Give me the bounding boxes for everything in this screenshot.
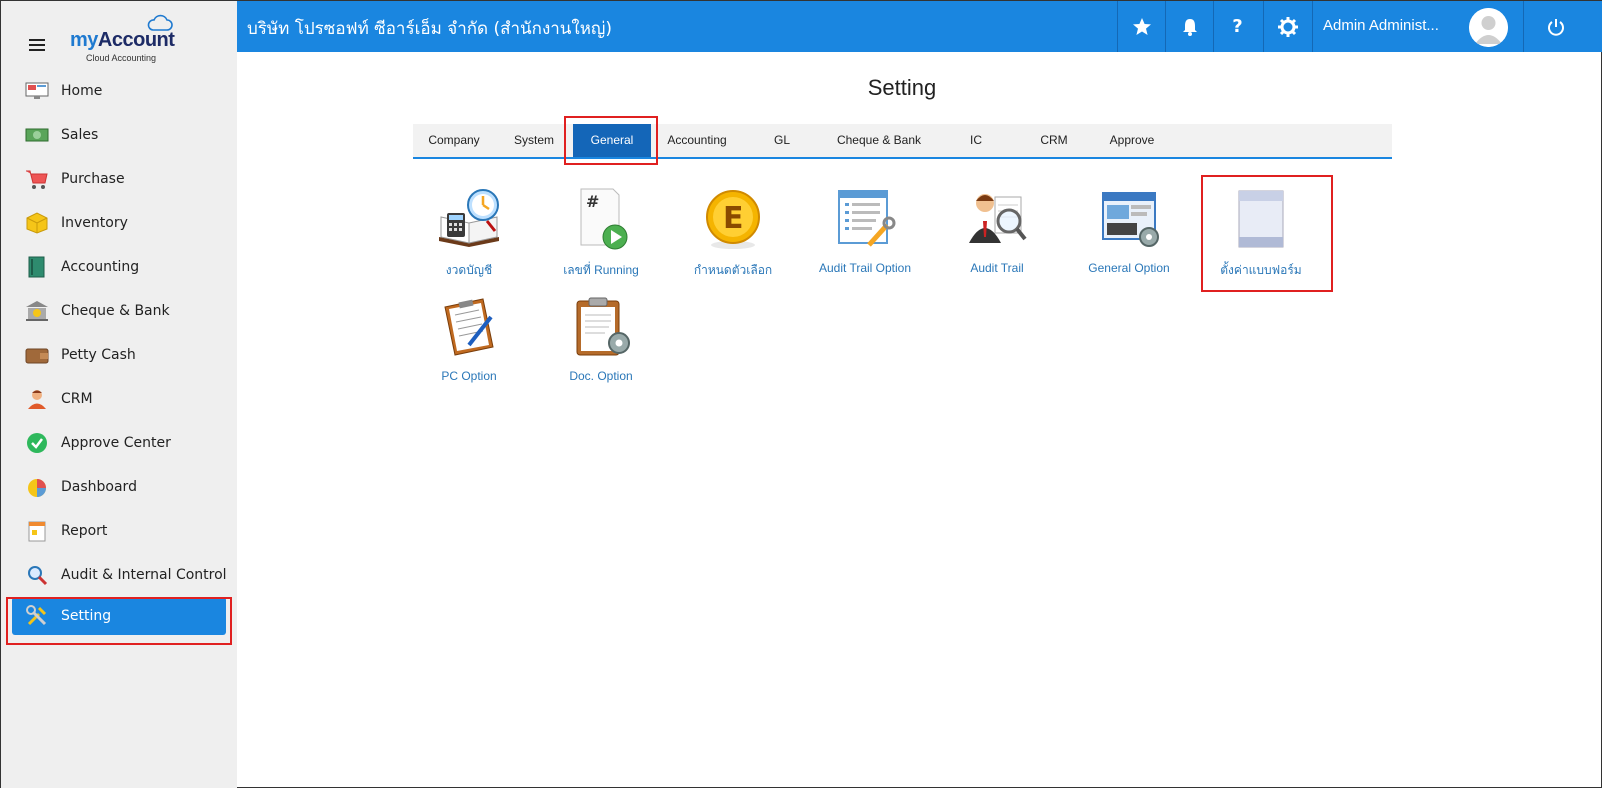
settings-button[interactable] xyxy=(1263,1,1311,52)
tile-doc-option[interactable]: Doc. Option xyxy=(535,295,667,383)
tile-period[interactable]: งวดบัญชี xyxy=(403,187,535,280)
pie-chart-icon xyxy=(25,475,49,499)
tile-label: Audit Trail xyxy=(970,261,1024,275)
question-icon: ? xyxy=(1232,16,1243,37)
header-bar: บริษัท โปรซอฟท์ ซีอาร์เอ็ม จำกัด (สำนักง… xyxy=(237,1,1602,52)
scrollbar-track[interactable] xyxy=(1587,52,1601,787)
person-icon xyxy=(25,387,49,411)
notifications-button[interactable] xyxy=(1165,1,1213,52)
wallet-icon xyxy=(25,343,49,367)
avatar[interactable] xyxy=(1469,8,1508,47)
tile-audit-trail[interactable]: Audit Trail xyxy=(931,187,1063,275)
logo-account: Account xyxy=(97,29,175,51)
cart-icon xyxy=(25,167,49,191)
coin-e-icon: E xyxy=(701,187,765,251)
sidebar-item-approve-center[interactable]: Approve Center xyxy=(1,421,237,465)
sidebar-item-petty-cash[interactable]: Petty Cash xyxy=(1,333,237,377)
svg-text:E: E xyxy=(723,201,744,236)
sidebar-item-purchase[interactable]: Purchase xyxy=(1,157,237,201)
tile-label: เลขที่ Running xyxy=(563,263,639,277)
sidebar-item-label: Home xyxy=(61,83,103,99)
sidebar-item-home[interactable]: Home xyxy=(1,69,237,113)
sidebar-nav: Home Sales Purchase Inventory Accounting xyxy=(1,69,237,635)
tile-label: General Option xyxy=(1088,261,1170,275)
page-title: Setting xyxy=(867,75,937,100)
sidebar-item-inventory[interactable]: Inventory xyxy=(1,201,237,245)
sidebar-item-label: CRM xyxy=(61,391,93,407)
help-button[interactable]: ? xyxy=(1213,1,1261,52)
sidebar: myAccount Cloud Accounting Home Sales Pu… xyxy=(1,1,237,788)
running-number-icon: # xyxy=(569,187,633,251)
tile-pc-option[interactable]: PC Option xyxy=(403,295,535,383)
sidebar-item-label: Dashboard xyxy=(61,479,137,495)
cash-icon xyxy=(25,123,49,147)
logo-subtitle: Cloud Accounting xyxy=(86,53,157,63)
user-name[interactable]: Admin Administ... xyxy=(1323,17,1439,34)
sidebar-item-label: Sales xyxy=(61,127,99,143)
tab-accounting[interactable]: Accounting xyxy=(651,124,743,157)
sidebar-item-dashboard[interactable]: Dashboard xyxy=(1,465,237,509)
audit-trail-option-icon xyxy=(833,187,897,251)
settings-tabs: Company System General Accounting GL Che… xyxy=(413,124,1392,159)
sidebar-item-label: Audit & Internal Control xyxy=(61,567,227,583)
logo-my: my xyxy=(70,29,98,51)
tile-label: Audit Trail Option xyxy=(818,261,912,275)
tile-general-option[interactable]: General Option xyxy=(1063,187,1195,275)
sidebar-item-label: Inventory xyxy=(61,215,128,231)
tile-label: Doc. Option xyxy=(569,369,633,383)
magnifier-icon xyxy=(25,563,49,587)
highlight-box-setting xyxy=(6,597,232,645)
sidebar-item-label: Accounting xyxy=(61,259,140,275)
sidebar-item-report[interactable]: Report xyxy=(1,509,237,553)
tab-system[interactable]: System xyxy=(495,124,573,157)
svg-text:#: # xyxy=(586,192,599,211)
sidebar-item-cheque-bank[interactable]: Cheque & Bank xyxy=(1,289,237,333)
company-name: บริษัท โปรซอฟท์ ซีอาร์เอ็ม จำกัด (สำนักง… xyxy=(247,19,613,39)
sidebar-item-audit-internal-control[interactable]: Audit & Internal Control xyxy=(1,553,237,597)
tab-crm[interactable]: CRM xyxy=(1015,124,1093,157)
report-icon xyxy=(25,519,49,543)
sidebar-item-label: Petty Cash xyxy=(61,347,136,363)
logo[interactable]: myAccount xyxy=(70,29,175,52)
logout-button[interactable] xyxy=(1523,1,1587,52)
audit-trail-icon xyxy=(965,187,1029,251)
tab-cheque-bank[interactable]: Cheque & Bank xyxy=(821,124,937,157)
general-option-icon xyxy=(1097,187,1161,251)
sidebar-item-crm[interactable]: CRM xyxy=(1,377,237,421)
tab-ic[interactable]: IC xyxy=(937,124,1015,157)
tile-audit-trail-option[interactable]: Audit Trail Option xyxy=(799,187,931,275)
tile-define-options[interactable]: E กำหนดตัวเลือก xyxy=(667,187,799,280)
book-icon xyxy=(25,255,49,279)
tab-company[interactable]: Company xyxy=(413,124,495,157)
hamburger-menu-icon[interactable] xyxy=(29,39,45,51)
sidebar-item-accounting[interactable]: Accounting xyxy=(1,245,237,289)
favorites-button[interactable] xyxy=(1117,1,1165,52)
sidebar-item-label: Approve Center xyxy=(61,435,171,451)
tile-label: PC Option xyxy=(441,369,497,383)
highlight-box-form-setting xyxy=(1201,175,1333,292)
power-icon xyxy=(1547,18,1564,36)
logo-area: myAccount Cloud Accounting xyxy=(1,1,237,69)
period-calendar-icon xyxy=(437,187,501,251)
tab-gl[interactable]: GL xyxy=(743,124,821,157)
sidebar-item-label: Purchase xyxy=(61,171,125,187)
bank-icon xyxy=(25,299,49,323)
bell-icon xyxy=(1182,18,1197,36)
tab-approve[interactable]: Approve xyxy=(1093,124,1171,157)
star-icon xyxy=(1132,17,1151,35)
tile-label: กำหนดตัวเลือก xyxy=(693,263,773,277)
pc-option-icon xyxy=(437,295,501,359)
gear-icon xyxy=(1277,16,1298,37)
highlight-box-general-tab xyxy=(564,116,658,165)
monitor-icon xyxy=(25,79,49,103)
sidebar-item-label: Cheque & Bank xyxy=(61,303,170,319)
box-icon xyxy=(25,211,49,235)
sidebar-item-sales[interactable]: Sales xyxy=(1,113,237,157)
tile-label: งวดบัญชี xyxy=(445,263,493,277)
check-icon xyxy=(25,431,49,455)
sidebar-item-label: Report xyxy=(61,523,108,539)
doc-option-icon xyxy=(569,295,633,359)
tile-running-number[interactable]: # เลขที่ Running xyxy=(535,187,667,280)
